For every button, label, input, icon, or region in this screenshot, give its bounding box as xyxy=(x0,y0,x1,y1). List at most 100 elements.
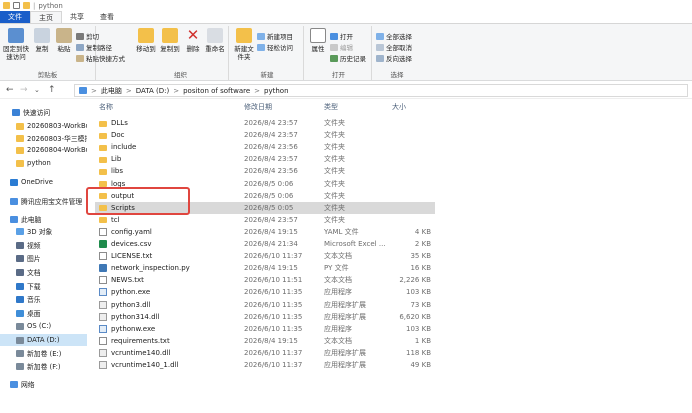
nav-item[interactable]: 20260803-WorkBu xyxy=(0,120,87,132)
select-all-icon xyxy=(376,32,384,40)
file-type: 文件夹 xyxy=(324,119,345,127)
delete-button[interactable]: ✕ 删除 xyxy=(184,28,202,54)
paste-shortcut-button[interactable]: 粘贴快捷方式 xyxy=(76,53,125,63)
select-group: 全部选择 全部取消 反向选择 选择 xyxy=(374,26,420,80)
file-date: 2026/6/10 11:37 xyxy=(244,348,303,357)
table-row[interactable]: tcl 2026/8/4 23:57 文件夹 xyxy=(95,214,435,226)
invert-selection-button[interactable]: 反向选择 xyxy=(376,53,412,63)
nav-item[interactable]: 文档 xyxy=(0,266,87,278)
nav-item[interactable]: DATA (D:) xyxy=(0,334,87,346)
table-row[interactable]: Doc 2026/8/4 23:57 文件夹 xyxy=(95,129,435,141)
table-row[interactable]: libs 2026/8/4 23:56 文件夹 xyxy=(95,165,435,177)
copy-button[interactable]: 复制 xyxy=(33,28,51,53)
tab-home[interactable]: 主页 xyxy=(30,11,62,23)
crumb-data-d[interactable]: DATA (D:) xyxy=(136,87,169,95)
copy-path-button[interactable]: 复制路径 xyxy=(76,42,112,52)
open-button[interactable]: 打开 xyxy=(330,31,353,41)
nav-item[interactable]: python xyxy=(0,157,87,169)
properties-button[interactable]: 属性 xyxy=(309,28,327,53)
move-to-button[interactable]: 移动到 xyxy=(135,28,157,53)
checkbox-icon[interactable] xyxy=(13,2,20,9)
table-row[interactable]: Lib 2026/8/4 23:57 文件夹 xyxy=(95,153,435,165)
file-icon xyxy=(99,227,107,236)
tab-share[interactable]: 共享 xyxy=(62,11,92,23)
pin-icon xyxy=(8,28,24,43)
new-item-button[interactable]: 新建项目 xyxy=(257,31,293,41)
forward-arrow-icon[interactable]: → xyxy=(20,85,28,95)
table-row[interactable]: NEWS.txt 2026/6/10 11:51 文本文档 2,226 KB xyxy=(95,274,435,286)
nav-item[interactable]: 图片 xyxy=(0,252,87,264)
select-none-button[interactable]: 全部取消 xyxy=(376,42,412,52)
cut-button[interactable]: 剪切 xyxy=(76,31,99,41)
paste-button[interactable]: 粘贴 xyxy=(55,28,73,53)
edit-button[interactable]: 编辑 xyxy=(330,42,353,52)
table-row[interactable]: LICENSE.txt 2026/6/10 11:37 文本文档 35 KB xyxy=(95,250,435,262)
crumb-positon-of-software[interactable]: positon of software xyxy=(183,87,250,95)
copy-to-icon xyxy=(162,28,178,43)
table-row[interactable]: include 2026/8/4 23:56 文件夹 xyxy=(95,141,435,153)
file-date: 2026/8/4 23:57 xyxy=(244,155,298,164)
nav-item[interactable]: 新加卷 (F:) xyxy=(0,360,87,372)
folder-icon xyxy=(99,193,107,200)
invert-selection-icon xyxy=(376,54,384,62)
scrollbar[interactable] xyxy=(687,100,692,413)
table-row[interactable]: output 2026/8/5 0:06 文件夹 xyxy=(95,190,435,202)
up-arrow-icon[interactable]: ↑ xyxy=(48,85,56,95)
history-button[interactable]: 历史记录 xyxy=(330,53,366,63)
nav-item[interactable]: 20260803-华三模拟 xyxy=(0,132,87,144)
new-folder-button[interactable]: 新建文件夹 xyxy=(233,28,255,61)
pin-quick-access-button[interactable]: 固定到快速访问 xyxy=(3,28,29,61)
crumb-python[interactable]: python xyxy=(264,87,289,95)
copy-to-button[interactable]: 复制到 xyxy=(159,28,181,53)
column-header-date[interactable]: 修改日期 xyxy=(244,102,272,112)
rename-button[interactable]: 重命名 xyxy=(204,28,226,53)
nav-item[interactable]: 新加卷 (E:) xyxy=(0,347,87,359)
tab-view[interactable]: 查看 xyxy=(92,11,122,23)
nav-item[interactable]: 视频 xyxy=(0,239,87,251)
nav-item[interactable]: 下载 xyxy=(0,280,87,292)
table-row[interactable]: devices.csv 2026/8/4 21:34 Microsoft Excel… xyxy=(95,238,435,250)
nav-item-label: 20260804-WorkBu xyxy=(27,146,87,154)
nav-item[interactable]: 腾讯应用宝文件管理 xyxy=(0,195,87,207)
file-icon xyxy=(99,324,107,333)
nav-item[interactable]: 快速访问 xyxy=(0,106,87,118)
table-row[interactable]: python.exe 2026/6/10 11:35 应用程序 103 KB xyxy=(95,286,435,298)
nav-item[interactable]: 此电脑 xyxy=(0,213,87,225)
file-date: 2026/8/4 23:56 xyxy=(244,143,298,152)
edit-icon xyxy=(330,43,338,51)
table-row[interactable]: vcruntime140.dll 2026/6/10 11:37 应用程序扩展 118… xyxy=(95,347,435,359)
nav-item[interactable]: OS (C:) xyxy=(0,320,87,332)
table-row[interactable]: python314.dll 2026/6/10 11:35 应用程序扩展 6,620 … xyxy=(95,311,435,323)
nav-item[interactable]: 3D 对象 xyxy=(0,225,87,237)
nav-item[interactable]: 网络 xyxy=(0,378,87,390)
table-row[interactable]: config.yaml 2026/8/4 19:15 YAML 文件 4 KB xyxy=(95,226,435,238)
table-row[interactable]: logs 2026/8/5 0:06 文件夹 xyxy=(95,178,435,190)
file-name: config.yaml xyxy=(111,227,152,236)
chevron-down-icon[interactable]: ⌄ xyxy=(34,85,40,95)
file-name: Scripts xyxy=(111,203,135,212)
nav-item[interactable]: 20260804-WorkBu xyxy=(0,144,87,156)
select-all-button[interactable]: 全部选择 xyxy=(376,31,412,41)
table-row[interactable]: python3.dll 2026/6/10 11:35 应用程序扩展 73 KB xyxy=(95,299,435,311)
column-header-size[interactable]: 大小 xyxy=(392,102,406,112)
file-name: include xyxy=(111,143,137,152)
path-box[interactable]: > 此电脑 > DATA (D:) > positon of software … xyxy=(74,84,688,97)
easy-access-button[interactable]: 轻松访问 xyxy=(257,42,293,52)
table-row[interactable]: vcruntime140_1.dll 2026/6/10 11:37 应用程序扩展 4… xyxy=(95,359,435,371)
folder-icon xyxy=(99,120,107,127)
back-arrow-icon[interactable]: ← xyxy=(6,85,14,95)
nav-item[interactable]: 音乐 xyxy=(0,293,87,305)
table-row[interactable]: DLLs 2026/8/4 23:57 文件夹 xyxy=(95,117,435,129)
column-header-name[interactable]: 名称 xyxy=(99,102,113,112)
column-header-type[interactable]: 类型 xyxy=(324,102,338,112)
crumb-this-pc[interactable]: 此电脑 xyxy=(101,86,122,96)
file-icon xyxy=(99,361,107,369)
nav-item-label: 新加卷 (E:) xyxy=(27,350,62,358)
table-row[interactable]: pythonw.exe 2026/6/10 11:35 应用程序 103 KB xyxy=(95,323,435,335)
table-row[interactable]: requirements.txt 2026/8/4 19:15 文本文档 1 KB xyxy=(95,335,435,347)
table-row[interactable]: network_inspection.py 2026/8/4 19:15 PY 文件… xyxy=(95,262,435,274)
table-row[interactable]: Scripts 2026/8/5 0:05 文件夹 xyxy=(95,201,435,214)
nav-item[interactable]: OneDrive xyxy=(0,176,87,188)
tab-file[interactable]: 文件 xyxy=(0,11,30,23)
nav-item[interactable]: 桌面 xyxy=(0,307,87,319)
